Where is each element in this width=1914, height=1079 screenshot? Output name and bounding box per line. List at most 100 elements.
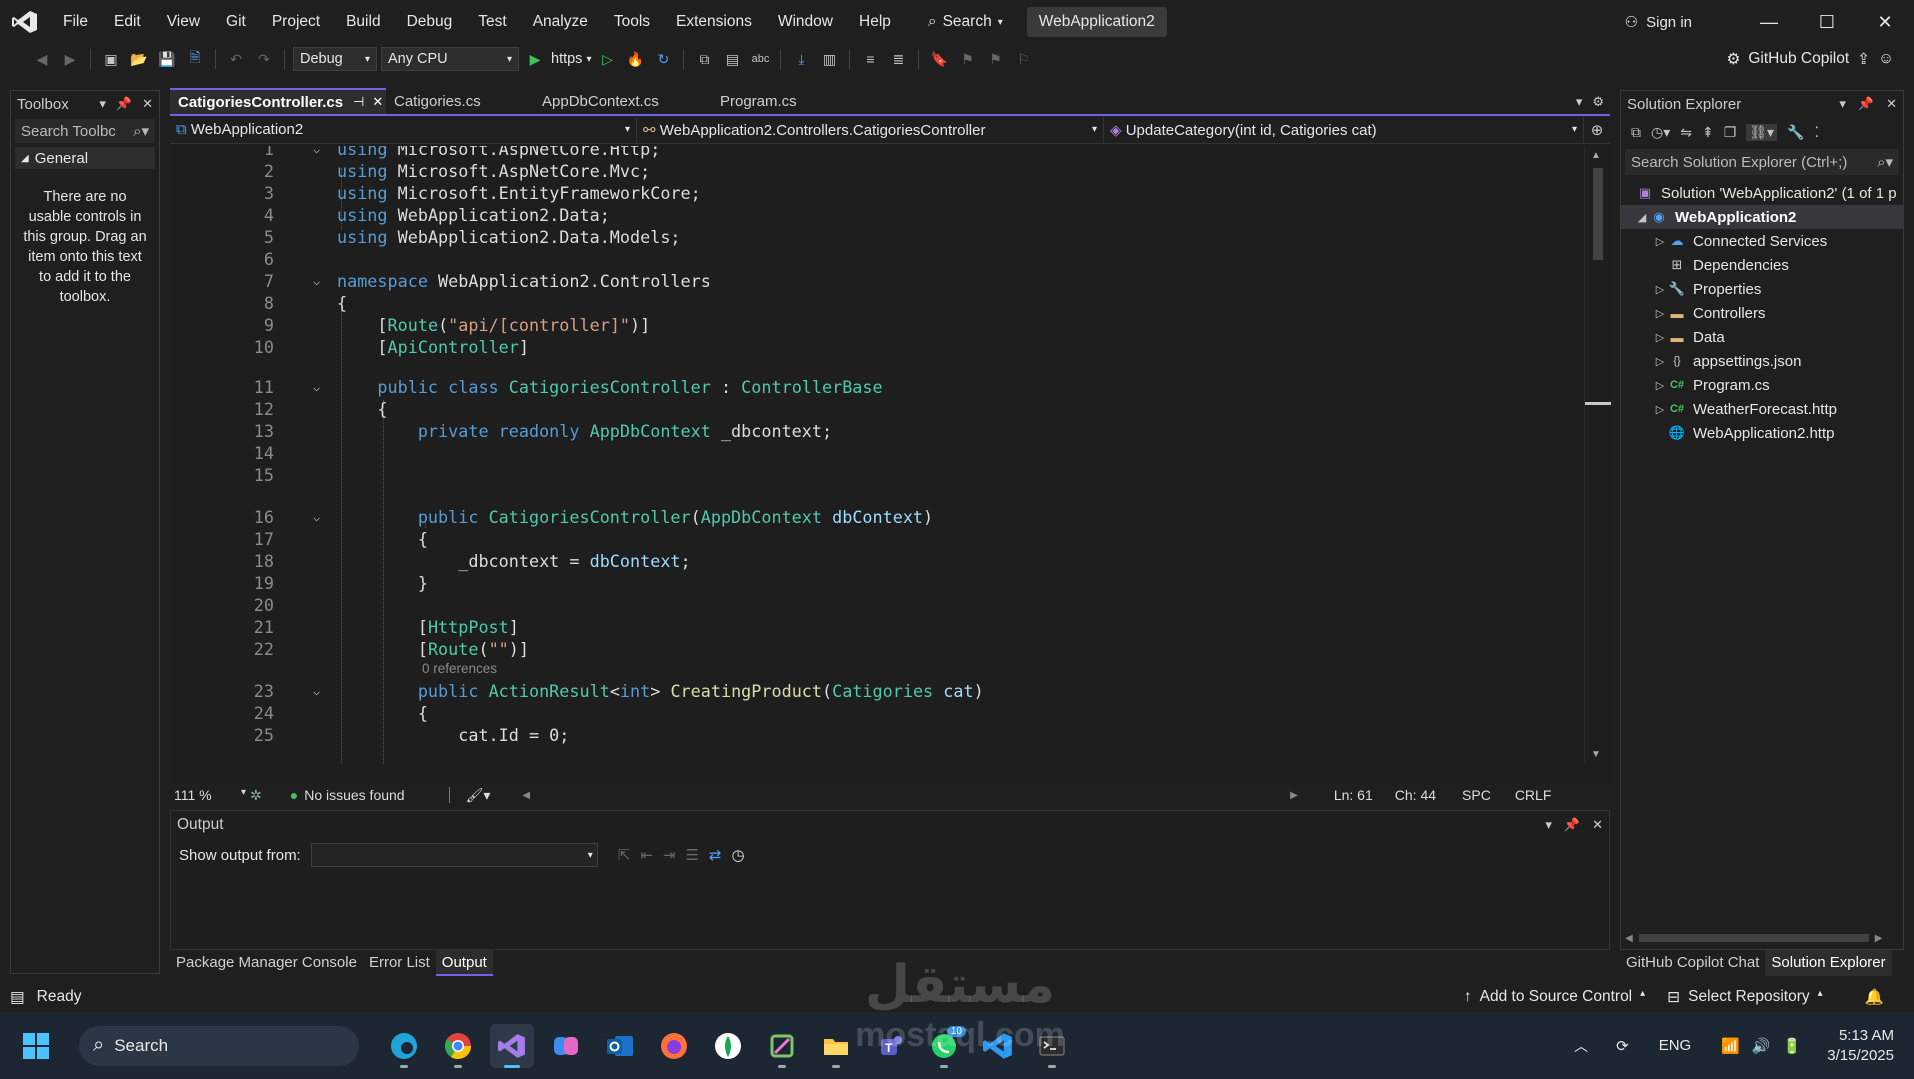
tab-catigories[interactable]: Catigories.cs bbox=[386, 88, 534, 114]
close-icon[interactable]: ✕ bbox=[142, 96, 153, 112]
indent-icon[interactable]: ≡ bbox=[858, 47, 882, 71]
tree-item-controllers[interactable]: ▷ ▬ Controllers bbox=[1621, 301, 1903, 325]
word-wrap-icon[interactable]: ⇄ bbox=[709, 846, 722, 864]
tree-item-data[interactable]: ▷ ▬ Data bbox=[1621, 325, 1903, 349]
expanded-arrow-icon[interactable]: ◢ bbox=[1635, 211, 1649, 224]
timestamp-icon[interactable]: ◷ bbox=[732, 846, 745, 864]
tree-item-dependencies[interactable]: ⊞ Dependencies bbox=[1621, 253, 1903, 277]
undo-icon[interactable]: ↶ bbox=[224, 47, 248, 71]
intellicode-icon[interactable]: ✲ bbox=[250, 787, 262, 804]
vertical-scrollbar[interactable]: ▲ ▼ bbox=[1584, 146, 1611, 764]
sync-icon[interactable]: ⇋ bbox=[1680, 124, 1692, 141]
pending-changes-filter-icon[interactable]: ◷▾ bbox=[1651, 124, 1670, 141]
start-without-debugging-icon[interactable]: ▷ bbox=[595, 47, 619, 71]
close-icon[interactable]: ✕ bbox=[1592, 817, 1603, 833]
scroll-thumb[interactable] bbox=[1593, 168, 1603, 260]
vscode-icon[interactable] bbox=[976, 1024, 1020, 1068]
windows-start-icon[interactable] bbox=[14, 1024, 58, 1068]
split-editor-icon[interactable]: ⊕ bbox=[1584, 121, 1610, 139]
tree-item-weatherforecast[interactable]: ▷ C# WeatherForecast.http bbox=[1621, 397, 1903, 421]
add-to-source-control-button[interactable]: ↑ Add to Source Control ▴ bbox=[1464, 988, 1645, 1006]
pin-icon[interactable]: 📌 bbox=[116, 96, 132, 112]
close-tab-icon[interactable]: ✕ bbox=[372, 94, 383, 110]
volume-icon[interactable]: 🔊 bbox=[1752, 1037, 1771, 1055]
show-hidden-icons-icon[interactable]: ︿ bbox=[1574, 1036, 1588, 1056]
save-all-icon[interactable]: 🗎 bbox=[183, 47, 207, 71]
share-icon[interactable]: ⇪ bbox=[1857, 50, 1870, 69]
clear-all-icon[interactable]: ☰ bbox=[685, 846, 698, 864]
tree-item-webapplication-http[interactable]: 🌐 WebApplication2.http bbox=[1621, 421, 1903, 445]
taskbar-search-box[interactable]: ⌕ Search bbox=[79, 1025, 359, 1066]
new-project-icon[interactable]: ▣ bbox=[99, 47, 123, 71]
notifications-bell-icon[interactable]: 🔔 bbox=[1865, 988, 1884, 1007]
tree-item-program-cs[interactable]: ▷ C# Program.cs bbox=[1621, 373, 1903, 397]
battery-icon[interactable]: 🔋 bbox=[1783, 1037, 1802, 1055]
sync-tray-icon[interactable]: ⟳ bbox=[1616, 1037, 1629, 1055]
title-search-button[interactable]: ⌕ Search ▾ bbox=[918, 7, 1013, 37]
bookmark-icon[interactable]: 🔖 bbox=[927, 47, 951, 71]
toggle-comment-icon[interactable]: ▤ bbox=[720, 47, 744, 71]
run-target-select[interactable]: https ▾ bbox=[551, 51, 591, 67]
collapsed-arrow-icon[interactable]: ▷ bbox=[1653, 283, 1667, 296]
start-debugging-icon[interactable]: ▶ bbox=[523, 47, 547, 71]
minimize-button[interactable]: — bbox=[1740, 0, 1798, 44]
copilot-app-icon[interactable] bbox=[544, 1024, 588, 1068]
solution-horizontal-scrollbar[interactable]: ◀ ▶ bbox=[1625, 931, 1899, 945]
pin-icon[interactable]: 📌 bbox=[1858, 96, 1874, 112]
file-explorer-icon[interactable] bbox=[814, 1024, 858, 1068]
pin-icon[interactable]: 📌 bbox=[1564, 817, 1580, 833]
mongodb-compass-icon[interactable] bbox=[706, 1024, 750, 1068]
open-file-icon[interactable]: 📂 bbox=[127, 47, 151, 71]
code-cleanup-icon[interactable]: 🖌▾ bbox=[466, 787, 491, 804]
menu-git[interactable]: Git bbox=[213, 0, 259, 44]
hot-reload-icon[interactable]: 🔥 bbox=[623, 47, 647, 71]
sign-in-button[interactable]: ⚇ Sign in bbox=[1625, 13, 1692, 32]
terminal-icon[interactable] bbox=[1030, 1024, 1074, 1068]
tab-list-dropdown-icon[interactable]: ▾ bbox=[1576, 94, 1583, 110]
references-codelens[interactable]: 0 references bbox=[422, 660, 497, 678]
menu-view[interactable]: View bbox=[154, 0, 213, 44]
snipping-tool-icon[interactable] bbox=[760, 1024, 804, 1068]
wifi-icon[interactable]: 📶 bbox=[1721, 1037, 1740, 1055]
restart-icon[interactable]: ↻ bbox=[651, 47, 675, 71]
output-source-select[interactable]: ▾ bbox=[310, 843, 598, 867]
feedback-icon[interactable]: ☺ bbox=[1878, 50, 1894, 68]
collapsed-arrow-icon[interactable]: ▷ bbox=[1653, 307, 1667, 320]
menu-window[interactable]: Window bbox=[765, 0, 846, 44]
project-nav-select[interactable]: ⧉ WebApplication2 ▾ bbox=[170, 116, 637, 143]
collapsed-arrow-icon[interactable]: ▷ bbox=[1653, 355, 1667, 368]
edge-browser-icon[interactable] bbox=[382, 1024, 426, 1068]
collapsed-arrow-icon[interactable]: ▷ bbox=[1653, 235, 1667, 248]
collapsed-arrow-icon[interactable]: ▷ bbox=[1653, 331, 1667, 344]
redo-icon[interactable]: ↷ bbox=[252, 47, 276, 71]
line-number-status[interactable]: Ln: 61 bbox=[1334, 787, 1373, 803]
browser-link-icon[interactable]: ⧉ bbox=[692, 47, 716, 71]
navigate-forward-icon[interactable]: ▶ bbox=[58, 47, 82, 71]
prev-bookmark-icon[interactable]: ⚑ bbox=[955, 47, 979, 71]
menu-test[interactable]: Test bbox=[465, 0, 519, 44]
window-position-icon[interactable]: ▾ bbox=[1545, 817, 1552, 833]
close-window-button[interactable]: ✕ bbox=[1856, 0, 1914, 44]
github-copilot-button[interactable]: ⚙ GitHub Copilot ⇪ ☺ bbox=[1726, 44, 1894, 74]
more-icon[interactable]: ⁚ bbox=[1815, 124, 1819, 141]
configuration-select[interactable]: Debug ▾ bbox=[293, 47, 377, 71]
menu-build[interactable]: Build bbox=[333, 0, 393, 44]
tab-appdbcontext[interactable]: AppDbContext.cs bbox=[534, 88, 712, 114]
member-nav-select[interactable]: ◈ UpdateCategory(int id, Catigories cat)… bbox=[1104, 116, 1584, 143]
tab-program[interactable]: Program.cs bbox=[712, 88, 842, 114]
tab-solution-explorer[interactable]: Solution Explorer bbox=[1765, 950, 1892, 976]
preview-selected-icon[interactable]: ⛓▾ bbox=[1746, 123, 1778, 141]
platform-select[interactable]: Any CPU ▾ bbox=[381, 47, 519, 71]
line-ending-status[interactable]: CRLF bbox=[1515, 787, 1552, 803]
firefox-icon[interactable] bbox=[652, 1024, 696, 1068]
settings-gear-icon[interactable]: ⚙ bbox=[1592, 94, 1604, 110]
pin-icon[interactable]: ⊣ bbox=[353, 94, 364, 110]
collapsed-arrow-icon[interactable]: ▷ bbox=[1653, 379, 1667, 392]
solution-search-input[interactable]: Search Solution Explorer (Ctrl+;) ⌕▾ bbox=[1625, 149, 1899, 175]
outdent-icon[interactable]: ≣ bbox=[886, 47, 910, 71]
diagnostic-tools-icon[interactable]: ▥ bbox=[817, 47, 841, 71]
scroll-left-icon[interactable]: ◀ bbox=[522, 790, 530, 801]
solution-node[interactable]: ▣ Solution 'WebApplication2' (1 of 1 p bbox=[1621, 181, 1903, 205]
project-node[interactable]: ◢ ◉ WebApplication2 bbox=[1621, 205, 1903, 229]
scroll-right-icon[interactable]: ▶ bbox=[1290, 790, 1298, 801]
